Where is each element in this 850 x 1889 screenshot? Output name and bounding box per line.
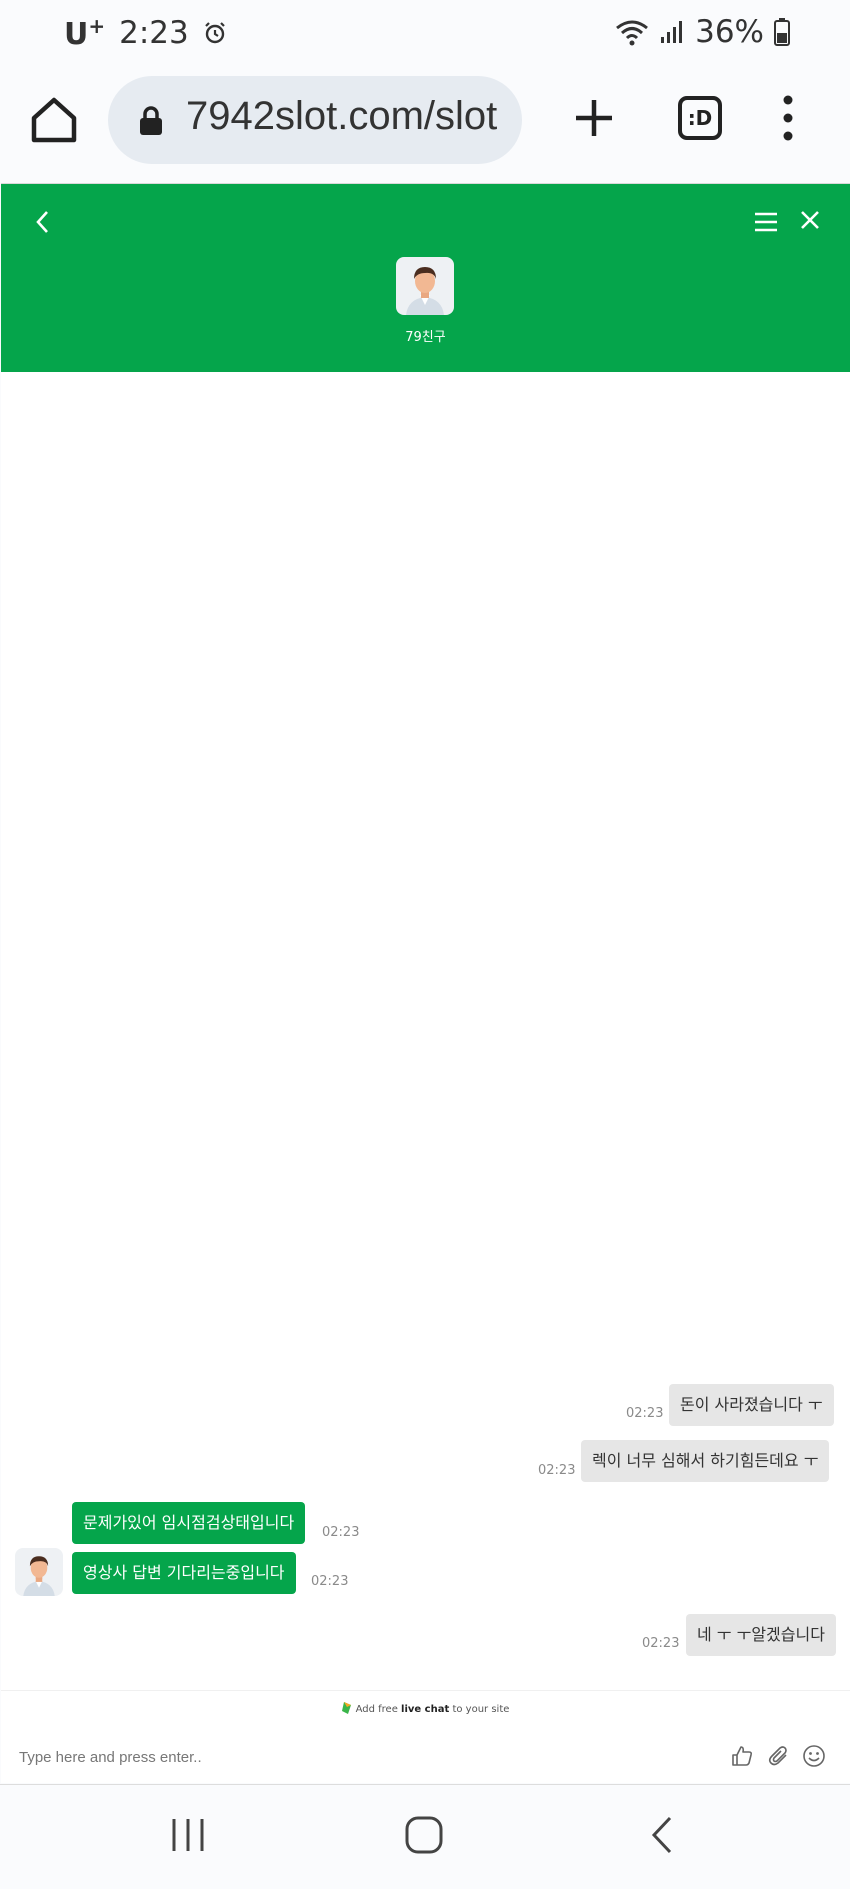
livechat-logo-icon (341, 1702, 351, 1714)
more-icon[interactable] (776, 94, 800, 142)
nav-back-icon[interactable] (648, 1815, 676, 1855)
home-icon[interactable] (28, 94, 80, 146)
message-time: 02:23 (538, 1463, 576, 1478)
url-text: 7942slot.com/slot (186, 94, 498, 138)
message-time: 02:23 (642, 1636, 680, 1651)
menu-icon[interactable] (753, 212, 779, 232)
outgoing-message: 네 ㅜ ㅜ알겠습니다 (686, 1614, 836, 1656)
status-bar: U+ 2:23 36% (0, 0, 850, 72)
outgoing-message: 돈이 사라졌습니다 ㅜ (669, 1384, 834, 1426)
wifi-icon (616, 20, 649, 46)
message-input[interactable] (19, 1740, 699, 1774)
outgoing-message: 렉이 너무 심해서 하기힘든데요 ㅜ (581, 1440, 830, 1482)
carrier-label: U+ (64, 14, 106, 52)
battery-icon (774, 18, 790, 46)
thumbs-up-icon[interactable] (730, 1744, 754, 1768)
address-bar[interactable]: 7942slot.com/slot (108, 76, 522, 164)
powered-by-link[interactable]: Add free live chat to your site (1, 1702, 850, 1715)
agent-avatar (396, 257, 454, 315)
agent-avatar-small (15, 1548, 63, 1596)
message-time: 02:23 (322, 1525, 360, 1540)
recent-apps-icon[interactable] (170, 1817, 206, 1853)
chat-header: 79친구 (1, 184, 850, 372)
close-icon[interactable] (798, 208, 822, 232)
agent-name: 79친구 (405, 330, 446, 345)
back-icon[interactable] (31, 206, 55, 238)
alarm-icon (204, 22, 225, 44)
clock: 2:23 (119, 15, 189, 51)
nav-home-icon[interactable] (404, 1815, 444, 1855)
attach-icon[interactable] (767, 1744, 791, 1768)
plus-icon[interactable] (572, 96, 616, 140)
footer-divider (1, 1690, 850, 1691)
browser-toolbar: 7942slot.com/slot :D (0, 72, 850, 182)
lock-icon (140, 106, 162, 135)
incoming-message: 문제가있어 임시점검상태입니다 (72, 1502, 306, 1544)
signal-icon (661, 21, 683, 43)
chat-window: 79친구 02:23 돈이 사라졌습니다 ㅜ 02:23 렉이 너무 심해서 하… (1, 183, 850, 1783)
message-time: 02:23 (626, 1406, 664, 1421)
message-time: 02:23 (311, 1574, 349, 1589)
system-navigation-bar (0, 1784, 850, 1889)
battery-percent: 36% (695, 14, 764, 50)
message-composer (1, 1732, 850, 1784)
emoji-icon[interactable] (802, 1744, 826, 1768)
incoming-message: 영상사 답변 기다리는중입니다 (72, 1552, 296, 1594)
tab-switcher-button[interactable]: :D (678, 96, 722, 140)
